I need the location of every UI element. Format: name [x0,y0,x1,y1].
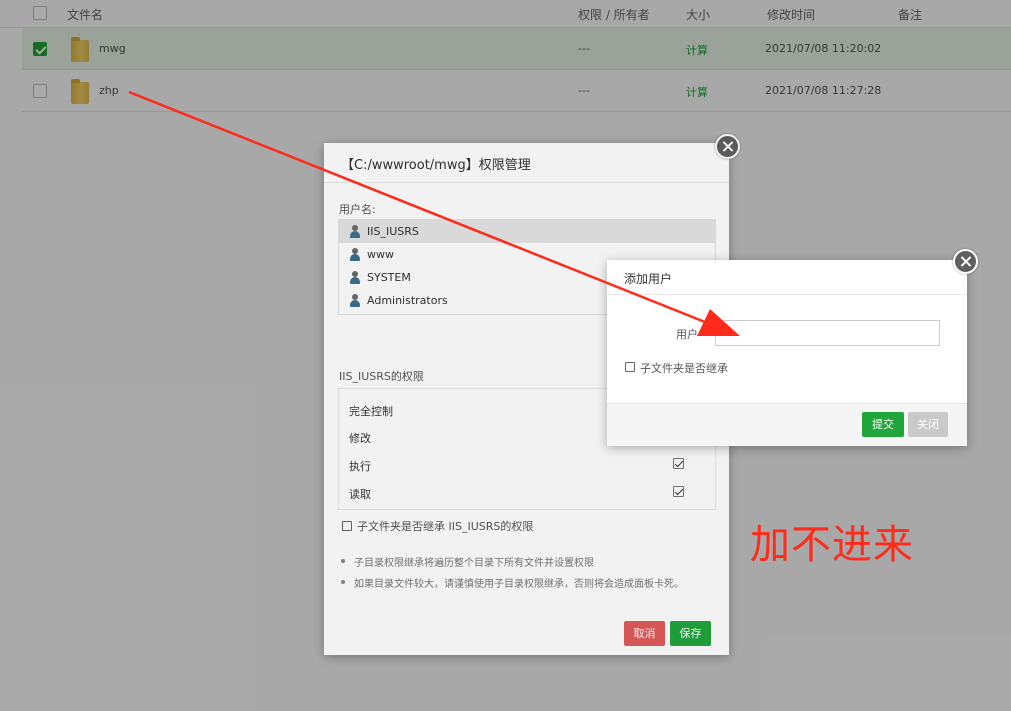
add-user-dialog-footer: 提交 关闭 [607,403,967,446]
close-button[interactable]: 关闭 [908,412,948,437]
add-user-label: 用户 [676,328,698,341]
add-user-dialog-title: 添加用户 [607,260,967,295]
annotation-text: 加不进来 [750,522,914,568]
add-user-dialog: 添加用户 用户 子文件夹是否继承 提交 关闭 [607,260,967,446]
add-user-input[interactable] [715,320,940,346]
add-user-dialog-close-icon[interactable] [953,249,978,274]
add-user-inherit-label: 子文件夹是否继承 [640,362,728,375]
submit-button[interactable]: 提交 [862,412,904,437]
add-user-inherit-checkbox[interactable] [625,362,635,372]
